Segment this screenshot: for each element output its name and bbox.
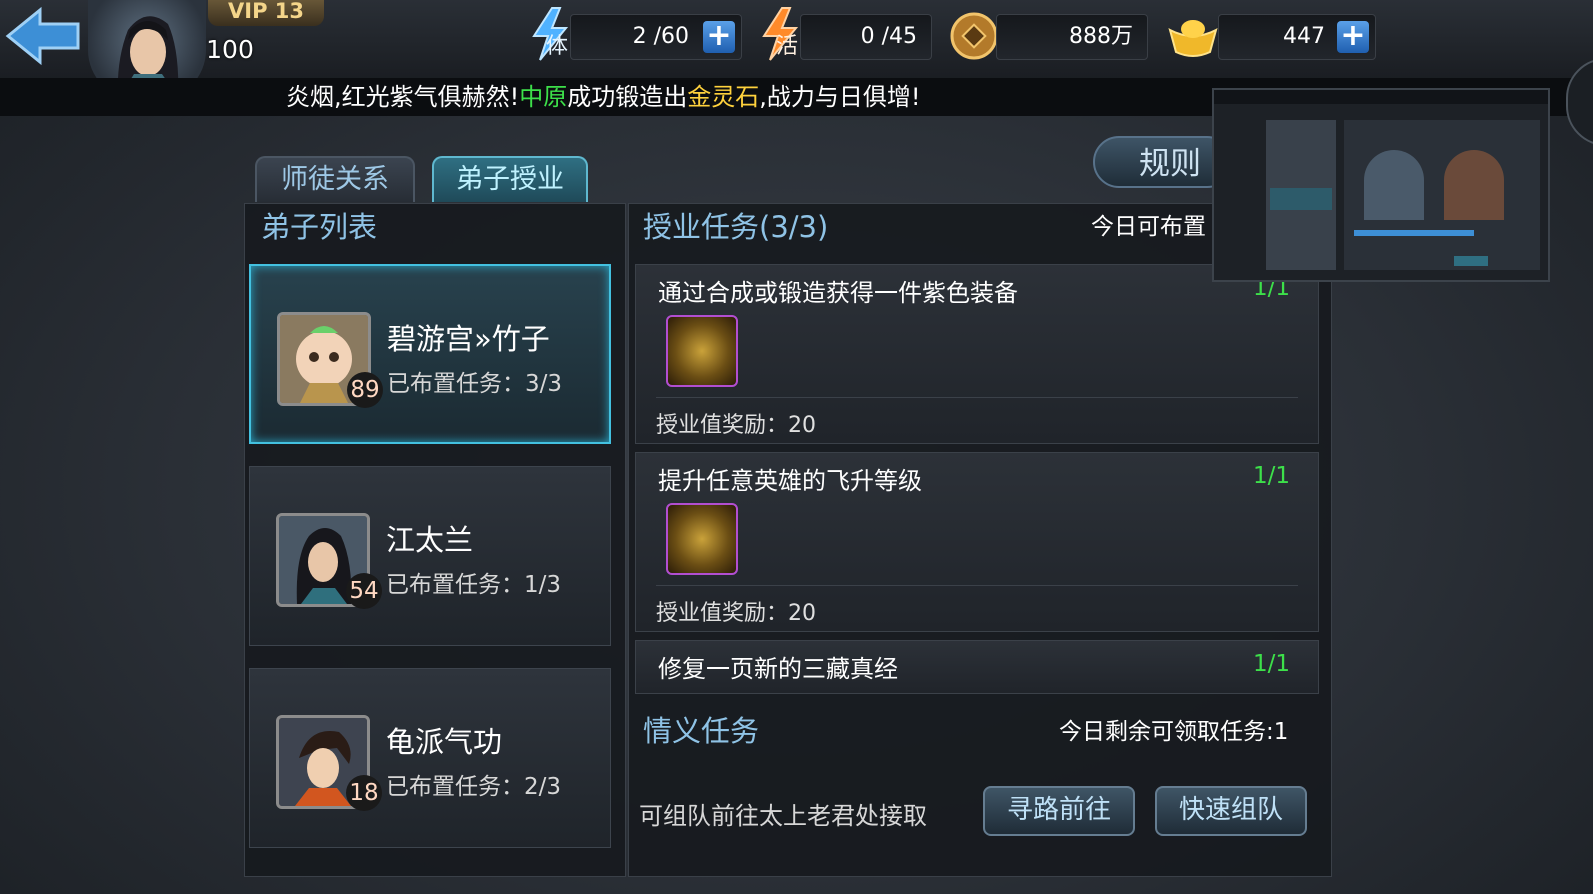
add-stamina-button[interactable]: +	[703, 21, 735, 53]
disciple-level: 54	[346, 573, 382, 609]
disciple-item[interactable]: 89 碧游宫»竹子 已布置任务：3/3	[249, 264, 611, 444]
task-name: 提升任意英雄的飞升等级	[658, 467, 922, 495]
disciple-level: 18	[346, 775, 382, 811]
coin-icon	[950, 12, 998, 60]
pathfind-button[interactable]: 寻路前往	[983, 786, 1135, 836]
teaching-task-panel: 授业任务(3/3) 今日可布置 通过合成或锻造获得一件紫色装备 1/1 授业值奖…	[628, 203, 1332, 877]
activity-label: 活	[776, 34, 799, 59]
treasure-chest-icon[interactable]	[666, 315, 738, 387]
gold-value: 447	[1283, 24, 1325, 49]
gold-counter: 447 +	[1218, 14, 1376, 60]
quick-team-button[interactable]: 快速组队	[1155, 786, 1307, 836]
announcement-server: 中原	[519, 83, 568, 111]
task-progress: 1/1	[1252, 463, 1290, 489]
disciple-level: 89	[347, 372, 383, 408]
coin-value: 888万	[1069, 24, 1133, 49]
back-arrow-icon[interactable]	[4, 4, 82, 68]
task-reward: 授业值奖励：20	[656, 413, 816, 438]
disciple-list-panel: 弟子列表 89 碧游宫»竹子 已布置任务：3/3 54 江太兰 已布置任务：1/…	[244, 203, 626, 877]
task-item: 通过合成或锻造获得一件紫色装备 1/1 授业值奖励：20	[635, 264, 1319, 444]
tab-master-relation[interactable]: 师徒关系	[255, 156, 415, 202]
disciple-item[interactable]: 18 龟派气功 已布置任务：2/3	[249, 668, 611, 848]
divider	[656, 585, 1298, 586]
disciple-name: 江太兰	[386, 523, 474, 557]
task-item: 提升任意英雄的飞升等级 1/1 授业值奖励：20	[635, 452, 1319, 632]
player-level: 100	[206, 35, 254, 64]
disciple-task-status: 已布置任务：1/3	[386, 572, 562, 598]
friendship-task-title: 情义任务	[643, 714, 760, 748]
add-gold-button[interactable]: +	[1337, 21, 1369, 53]
announcement-part: 成功锻造出	[567, 83, 688, 111]
task-name: 修复一页新的三藏真经	[658, 655, 898, 683]
activity-icon: 活	[758, 6, 802, 62]
task-reward: 授业值奖励：20	[656, 601, 816, 626]
stamina-value: 2 /60	[632, 24, 689, 49]
disciple-name: 碧游宫»竹子	[387, 322, 550, 356]
stamina-label: 体	[546, 34, 569, 59]
activity-value: 0 /45	[860, 24, 917, 49]
activity-counter: 0 /45	[800, 14, 932, 60]
screenshot-thumbnail[interactable]	[1212, 88, 1550, 282]
stamina-counter: 2 /60 +	[570, 14, 742, 60]
gold-ingot-icon	[1166, 12, 1220, 60]
treasure-chest-icon[interactable]	[666, 503, 738, 575]
disciple-task-status: 已布置任务：2/3	[386, 774, 562, 800]
announcement-item: 金灵石	[687, 83, 760, 111]
task-item: 修复一页新的三藏真经 1/1	[635, 640, 1319, 694]
teaching-task-title: 授业任务(3/3)	[643, 210, 829, 244]
disciple-name: 龟派气功	[386, 725, 503, 759]
disciple-list-title: 弟子列表	[261, 210, 378, 244]
announcement-text: 炎烟,红光紫气俱赫然!中原成功锻造出金灵石,战力与日俱增!	[286, 78, 921, 116]
disciple-task-status: 已布置任务：3/3	[387, 371, 563, 397]
vip-badge: VIP 13	[208, 0, 324, 26]
task-name: 通过合成或锻造获得一件紫色装备	[658, 279, 1018, 307]
task-progress: 1/1	[1252, 651, 1290, 677]
divider	[656, 397, 1298, 398]
today-assignable-label: 今日可布置	[1091, 214, 1206, 240]
friendship-remaining: 今日剩余可领取任务:1	[1059, 719, 1289, 745]
announcement-part: 炎烟,红光紫气俱赫然!	[286, 83, 520, 111]
coin-counter: 888万	[996, 14, 1148, 60]
stamina-icon: 体	[528, 6, 572, 62]
tab-disciple-teaching[interactable]: 弟子授业	[432, 156, 588, 202]
friendship-description: 可组队前往太上老君处接取	[639, 802, 927, 830]
disciple-item[interactable]: 54 江太兰 已布置任务：1/3	[249, 466, 611, 646]
announcement-part: ,战力与日俱增!	[759, 83, 921, 111]
